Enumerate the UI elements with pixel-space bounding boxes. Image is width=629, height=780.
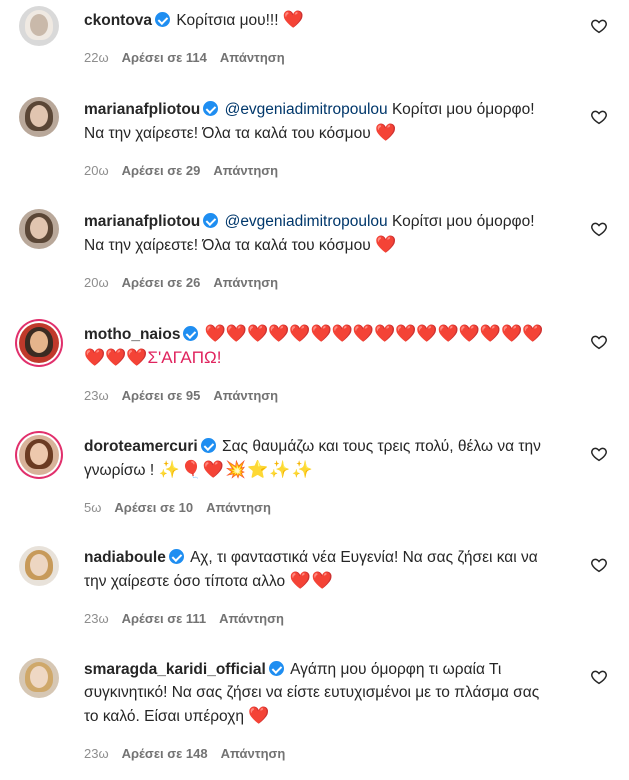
likes-count[interactable]: Αρέσει σε 26 (122, 275, 201, 290)
comment-text: motho_naios ❤️❤️❤️❤️❤️❤️❤️❤️❤️❤️❤️❤️❤️❤️… (84, 322, 544, 370)
verified-icon (203, 101, 219, 116)
avatar[interactable] (19, 658, 59, 698)
verified-icon (155, 12, 171, 27)
avatar[interactable] (19, 323, 59, 363)
verified-icon (203, 213, 219, 228)
reply-button[interactable]: Απάντηση (213, 163, 278, 178)
comment-body: Κορίτσια μου!!! (176, 12, 279, 29)
comment-time[interactable]: 20ω (84, 163, 109, 178)
reply-button[interactable]: Απάντηση (219, 611, 284, 626)
verified-icon (268, 661, 284, 676)
reply-button[interactable]: Απάντηση (221, 746, 286, 761)
comment-text: nadiaboule Αχ, τι φανταστικά νέα Ευγενία… (84, 546, 544, 593)
comment-meta: 5ω Αρέσει σε 10 Απάντηση (84, 500, 271, 515)
verified-icon (168, 549, 184, 564)
likes-count[interactable]: Αρέσει σε 111 (122, 611, 207, 626)
mention-link[interactable]: @evgeniadimitropoulou (225, 213, 388, 230)
heart-emoji: ❤️ (248, 706, 271, 725)
comment-meta: 23ω Αρέσει σε 111 Απάντηση (84, 611, 284, 626)
username-link[interactable]: marianafpliotou (84, 101, 200, 118)
username-link[interactable]: nadiaboule (84, 549, 166, 566)
like-heart-icon[interactable] (590, 445, 608, 463)
like-heart-icon[interactable] (590, 220, 608, 238)
verified-icon (200, 438, 216, 453)
comment-time[interactable]: 23ω (84, 611, 109, 626)
like-heart-icon[interactable] (590, 108, 608, 126)
comment-meta: 20ω Αρέσει σε 29 Απάντηση (84, 163, 278, 178)
likes-count[interactable]: Αρέσει σε 95 (122, 388, 201, 403)
mention-link[interactable]: @evgeniadimitropoulou (225, 101, 388, 118)
likes-count[interactable]: Αρέσει σε 114 (122, 50, 207, 65)
comment-text: marianafpliotou @evgeniadimitropoulou Κο… (84, 98, 544, 145)
avatar[interactable] (19, 435, 59, 475)
sparkles-emoji: ✨🎈❤️💥⭐✨✨ (158, 460, 314, 479)
verified-icon (183, 326, 199, 341)
username-link[interactable]: smaragda_karidi_official (84, 661, 266, 678)
reply-button[interactable]: Απάντηση (220, 50, 285, 65)
reply-button[interactable]: Απάντηση (213, 388, 278, 403)
comment-text: marianafpliotou @evgeniadimitropoulou Κο… (84, 210, 544, 257)
username-link[interactable]: doroteamercuri (84, 438, 198, 455)
username-link[interactable]: motho_naios (84, 326, 180, 343)
reply-button[interactable]: Απάντηση (213, 275, 278, 290)
comment-text: ckontova Κορίτσια μου!!! ❤️ (84, 8, 544, 32)
likes-count[interactable]: Αρέσει σε 148 (122, 746, 208, 761)
heart-emoji: ❤️❤️ (289, 571, 334, 590)
heart-emoji: ❤️ (374, 235, 398, 254)
likes-count[interactable]: Αρέσει σε 29 (122, 163, 201, 178)
comment-time[interactable]: 23ω (84, 388, 109, 403)
like-heart-icon[interactable] (590, 333, 608, 351)
comment-meta: 22ω Αρέσει σε 114 Απάντηση (84, 50, 285, 65)
avatar[interactable] (19, 97, 59, 137)
comment-meta: 20ω Αρέσει σε 26 Απάντηση (84, 275, 278, 290)
comment-time[interactable]: 22ω (84, 50, 109, 65)
avatar[interactable] (19, 6, 59, 46)
heart-emoji: ❤️ (374, 123, 398, 142)
comment-text: smaragda_karidi_official Αγάπη μου όμορφ… (84, 658, 544, 728)
avatar[interactable] (19, 546, 59, 586)
avatar[interactable] (19, 209, 59, 249)
like-heart-icon[interactable] (590, 556, 608, 574)
like-heart-icon[interactable] (590, 17, 608, 35)
reply-button[interactable]: Απάντηση (206, 500, 271, 515)
comment-time[interactable]: 20ω (84, 275, 109, 290)
comment-time[interactable]: 5ω (84, 500, 101, 515)
like-heart-icon[interactable] (590, 668, 608, 686)
heart-emoji: ❤️ (282, 10, 306, 29)
username-link[interactable]: marianafpliotou (84, 213, 200, 230)
username-link[interactable]: ckontova (84, 12, 152, 29)
comment-meta: 23ω Αρέσει σε 148 Απάντηση (84, 746, 285, 761)
likes-count[interactable]: Αρέσει σε 10 (114, 500, 193, 515)
comment-text: doroteamercuri Σας θαυμάζω και τους τρει… (84, 435, 544, 482)
comment-meta: 23ω Αρέσει σε 95 Απάντηση (84, 388, 278, 403)
comment-time[interactable]: 23ω (84, 746, 109, 761)
